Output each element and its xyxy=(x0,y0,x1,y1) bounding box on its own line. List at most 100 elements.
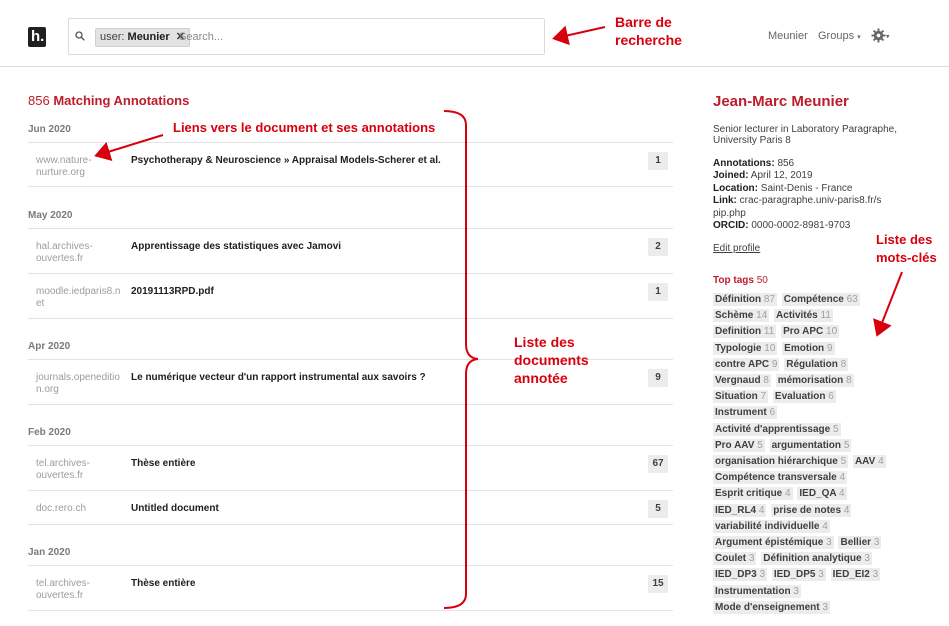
chevron-down-icon: ▾ xyxy=(886,33,890,41)
tag-chip[interactable]: AAV 4 xyxy=(852,455,886,469)
tag-chip[interactable]: Compétence transversale 4 xyxy=(713,471,848,485)
document-row[interactable]: www.nature-nurture.org Psychotherapy & N… xyxy=(28,143,673,187)
document-row[interactable]: tel.archives-ouvertes.fr Thèse entière 1… xyxy=(28,566,673,611)
tag-count: 4 xyxy=(839,488,845,500)
month-heading: Jan 2020 xyxy=(28,547,71,558)
tag-label: Compétence transversale xyxy=(715,472,837,484)
tag-label: Vergnaud xyxy=(715,375,761,387)
document-row[interactable]: moodle.iedparis8.net 20191113RPD.pdf 1 xyxy=(28,274,673,319)
tag-label: organisation hiérarchique xyxy=(715,456,838,468)
tag-count: 3 xyxy=(826,537,832,549)
edit-profile-link[interactable]: Edit profile xyxy=(713,243,760,254)
hypothesis-logo[interactable]: h. xyxy=(28,27,46,47)
document-row[interactable]: tel.archives-ouvertes.fr Thèse entière 6… xyxy=(28,446,673,491)
tag-chip[interactable]: Emotion 9 xyxy=(782,341,835,355)
tag-chip[interactable]: variabilité individuelle 4 xyxy=(713,519,830,533)
tag-label: Emotion xyxy=(784,342,825,354)
document-title-link[interactable]: Untitled document xyxy=(131,503,219,514)
tag-chip[interactable]: Compétence 63 xyxy=(781,293,860,306)
tag-label: IED_DP3 xyxy=(715,569,757,581)
tag-chip[interactable]: Situation 7 xyxy=(713,390,769,404)
tag-count: 8 xyxy=(763,375,769,387)
tag-label: IED_RL4 xyxy=(715,504,757,516)
tag-label: Bellier xyxy=(840,537,872,549)
tag-count: 4 xyxy=(785,488,791,500)
document-domain: tel.archives-ouvertes.fr xyxy=(36,578,90,601)
tag-count: 4 xyxy=(822,520,828,532)
document-title-link[interactable]: Thèse entière xyxy=(131,458,195,469)
tag-chip[interactable]: argumentation 5 xyxy=(769,438,852,452)
tag-chip[interactable]: Definition 11 xyxy=(713,325,777,339)
tag-label: Situation xyxy=(715,391,758,403)
tag-chip[interactable]: contre APC 9 xyxy=(713,357,780,371)
tag-chip[interactable]: organisation hiérarchique 5 xyxy=(713,455,849,469)
tag-chip[interactable]: Régulation 8 xyxy=(784,357,849,371)
document-row[interactable]: doc.rero.ch Untitled document 5 xyxy=(28,491,673,525)
tag-chip[interactable]: Schème 14 xyxy=(713,309,770,323)
nav-user-link[interactable]: Meunier xyxy=(768,30,808,42)
month-heading: May 2020 xyxy=(28,210,73,221)
annotation-count-badge: 67 xyxy=(648,455,668,473)
tag-count: 10 xyxy=(764,342,776,354)
tag-count: 7 xyxy=(760,391,767,403)
tag-chip[interactable]: Activités 11 xyxy=(774,309,833,323)
tag-chip[interactable]: Typologie 10 xyxy=(713,341,778,355)
tag-chip[interactable]: IED_EI2 3 xyxy=(830,568,881,582)
tag-chip[interactable]: IED_DP3 3 xyxy=(713,568,768,582)
month-heading: Feb 2020 xyxy=(28,427,71,438)
groups-menu[interactable]: Groups ▾ xyxy=(818,30,861,42)
tag-label: argumentation xyxy=(771,439,842,451)
user-facet-chip: user: Meunier ✕ xyxy=(95,28,190,47)
tag-chip[interactable]: Vergnaud 8 xyxy=(713,374,771,388)
tag-count: 4 xyxy=(839,472,846,484)
tag-chip[interactable]: Pro APC 10 xyxy=(781,325,840,339)
tag-count: 3 xyxy=(748,553,755,565)
search-bar[interactable]: user: Meunier ✕ xyxy=(68,18,545,55)
tag-chip[interactable]: Instrument 6 xyxy=(713,406,778,420)
tag-chip[interactable]: Bellier 3 xyxy=(838,536,882,550)
document-title-link[interactable]: Thèse entière xyxy=(131,578,195,589)
tag-label: Argument épistémique xyxy=(715,537,824,549)
tag-chip[interactable]: Argument épistémique 3 xyxy=(713,536,834,550)
tag-count: 6 xyxy=(769,407,776,419)
month-heading: Jun 2020 xyxy=(28,124,71,135)
tag-chip[interactable]: Définition 87 xyxy=(713,293,778,306)
search-input[interactable] xyxy=(179,28,509,46)
tag-chip[interactable]: IED_QA 4 xyxy=(797,487,847,501)
tag-label: prise de notes xyxy=(773,504,842,516)
tag-chip[interactable]: Définition analytique 3 xyxy=(761,552,872,566)
annotation-count-badge: 9 xyxy=(648,369,668,387)
document-title-link[interactable]: Apprentissage des statistiques avec Jamo… xyxy=(131,241,341,252)
tag-label: Mode d'enseignement xyxy=(715,601,820,613)
document-title-link[interactable]: Le numérique vecteur d'un rapport instru… xyxy=(131,372,426,383)
tag-count: 3 xyxy=(873,537,880,549)
profile-link[interactable]: crac-paragraphe.univ-paris8.fr/spip.php xyxy=(713,195,881,218)
tag-label: IED_EI2 xyxy=(832,569,870,581)
tag-chip[interactable]: Mode d'enseignement 3 xyxy=(713,600,830,614)
search-icon xyxy=(75,31,85,41)
settings-menu[interactable]: ▾ xyxy=(871,28,890,43)
tag-count: 4 xyxy=(758,504,765,516)
tag-label: Typologie xyxy=(715,342,762,354)
tag-chip[interactable]: Evaluation 6 xyxy=(772,390,836,404)
tag-chip[interactable]: prise de notes 4 xyxy=(771,503,852,517)
tag-count: 9 xyxy=(771,358,778,370)
tag-count: 9 xyxy=(826,342,833,354)
tag-count: 63 xyxy=(846,294,858,305)
document-title-link[interactable]: 20191113RPD.pdf xyxy=(131,286,214,297)
tag-chip[interactable]: Esprit critique 4 xyxy=(713,487,793,501)
callout-document-list: Liste des documents annotée xyxy=(514,334,589,386)
tag-chip[interactable]: mémorisation 8 xyxy=(775,374,854,388)
tag-chip[interactable]: Pro AAV 5 xyxy=(713,438,765,452)
tag-chip[interactable]: Activité d'apprentissage 5 xyxy=(713,422,841,436)
tag-chip[interactable]: Instrumentation 3 xyxy=(713,584,801,598)
tag-label: Pro AAV xyxy=(715,439,755,451)
document-title-link[interactable]: Psychotherapy & Neuroscience » Appraisal… xyxy=(131,155,441,166)
tag-chip[interactable]: IED_DP5 3 xyxy=(771,568,826,582)
annotation-count-badge: 1 xyxy=(648,283,668,301)
tag-count: 87 xyxy=(763,294,776,305)
tag-chip[interactable]: IED_RL4 4 xyxy=(713,503,767,517)
document-row[interactable]: hal.archives-ouvertes.fr Apprentissage d… xyxy=(28,229,673,274)
tag-chip[interactable]: Coulet 3 xyxy=(713,552,757,566)
annotation-count-badge: 2 xyxy=(648,238,668,256)
